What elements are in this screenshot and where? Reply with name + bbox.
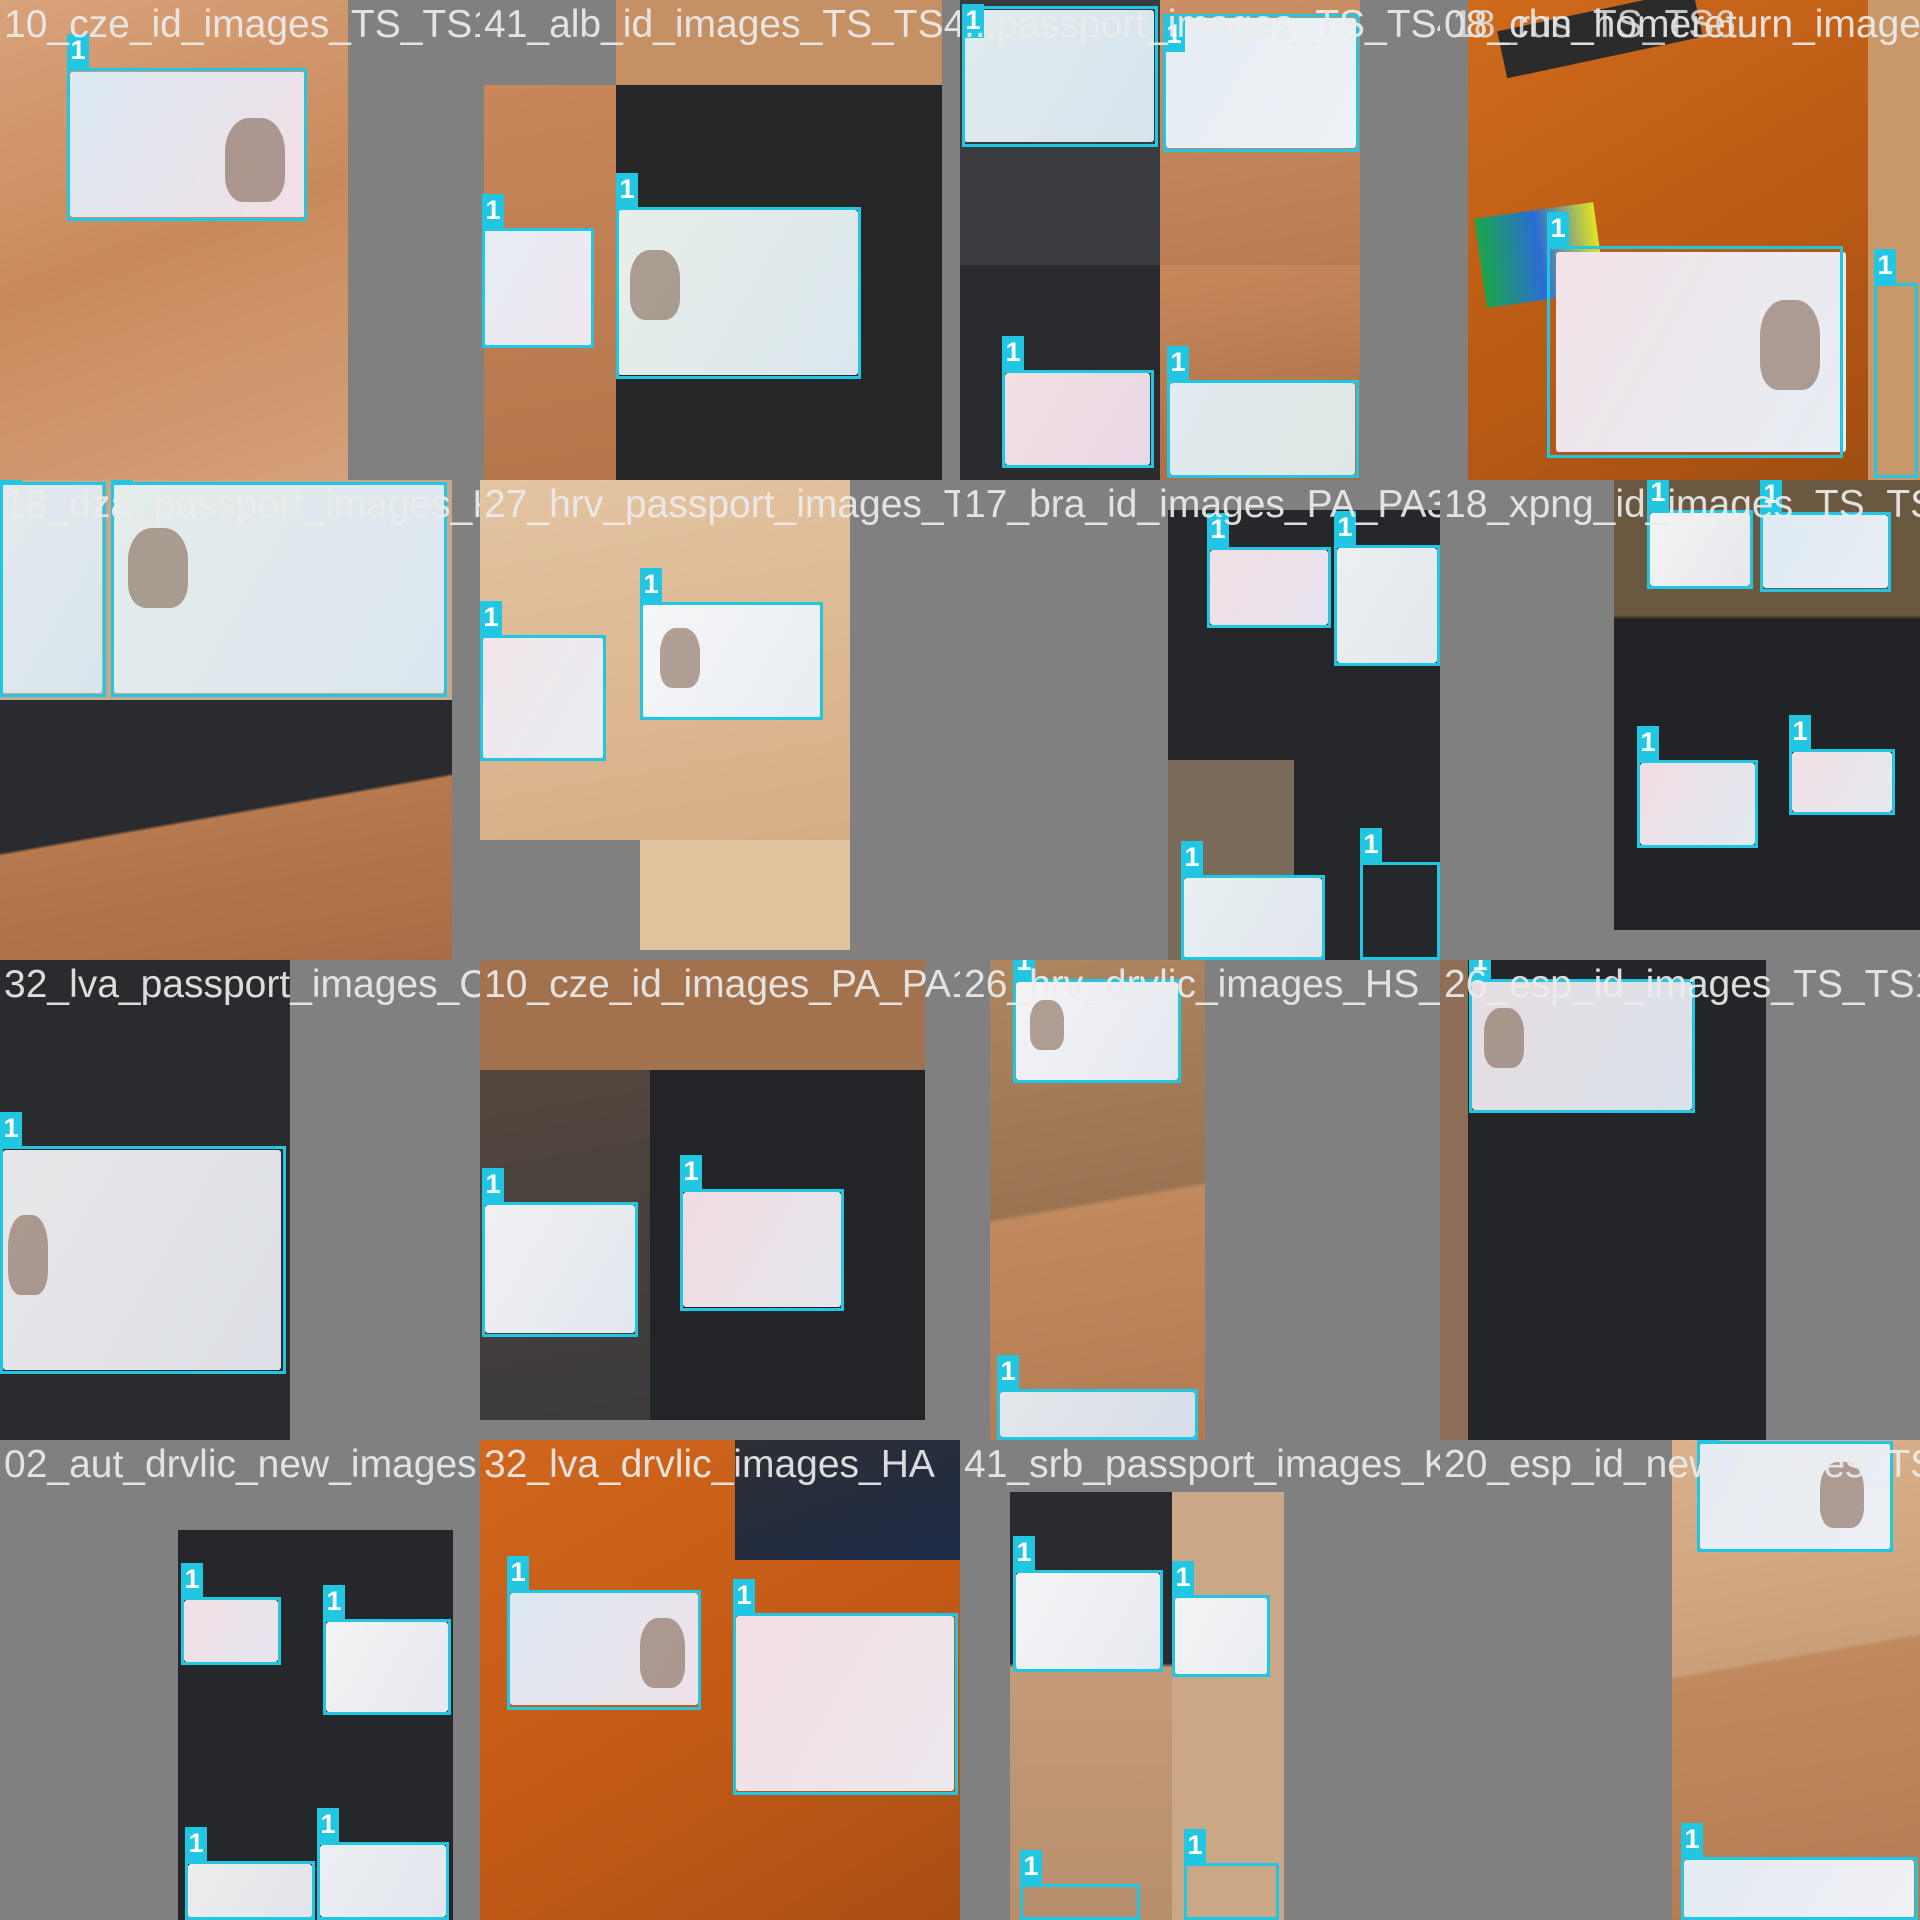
detection-box [507, 1590, 701, 1710]
detection-box [680, 1189, 844, 1311]
tile-filename: 20_esp_id_new_images_TS [1444, 1443, 1920, 1486]
class-badge: 1 [1547, 212, 1569, 246]
detection-box [1002, 370, 1154, 468]
class-badge: 1 [616, 173, 638, 207]
detection-box [480, 635, 606, 761]
detection-mosaic: 1 10_cze_id_images_TS_TS14418.png 1 1 41… [0, 0, 1920, 1920]
photo-region [1440, 960, 1468, 1440]
tile-filename: 41_srb_passport_images_K [964, 1443, 1440, 1486]
class-badge: 1 [1181, 841, 1203, 875]
class-badge: 1 [1002, 336, 1024, 370]
class-badge: 1 [1360, 828, 1382, 862]
mosaic-tile: 1 1 1 1 02_aut_drvlic_new_images [0, 1440, 480, 1920]
mosaic-tile: 1 1 1 1 18_xpng_id_images_TS_TS5 [1440, 480, 1920, 960]
class-badge: 1 [1681, 1823, 1703, 1857]
class-badge: 1 [317, 1808, 339, 1842]
detection-box [1547, 246, 1843, 458]
tile-filename: 32_lva_passport_images_CA [4, 963, 480, 1006]
mosaic-tile: 1 26_esp_id_images_TS_TS1 [1440, 960, 1920, 1440]
tile-filename: 10_cze_id_images_TS_TS14418.png [4, 3, 480, 46]
tile-filename: 41_alb_id_images_TS_TS44... [484, 3, 960, 46]
detection-box [997, 1389, 1198, 1440]
mosaic-tile: 1 32_lva_passport_images_CA [0, 960, 480, 1440]
mosaic-tile: 1 1 1 1 41_srb_passport_images_K [960, 1440, 1440, 1920]
tile-filename: 26_hrv_drvlic_images_HS_HS26... [964, 963, 1440, 1006]
mosaic-tile: 1 1 32_lva_drvlic_images_HA [480, 1440, 960, 1920]
class-badge: 1 [997, 1355, 1019, 1389]
tile-filename: 18_xpng_id_images_TS_TS5 [1444, 483, 1920, 526]
detection-box [1874, 283, 1918, 478]
class-badge: 1 [181, 1563, 203, 1597]
class-badge: 1 [1789, 715, 1811, 749]
detection-box [1789, 749, 1895, 815]
tile-filename: 10_cze_id_images_PA_PA120... [484, 963, 960, 1006]
mosaic-tile: 1 1 41_alb_id_images_TS_TS44... [480, 0, 960, 480]
detection-box [1172, 1595, 1270, 1677]
mosaic-tile: 1 1 27_hrv_passport_images_TA [480, 480, 960, 960]
detection-box [482, 228, 594, 348]
class-badge: 1 [1637, 726, 1659, 760]
mosaic-tile: 1 1 20_esp_id_new_images_TS [1440, 1440, 1920, 1920]
tile-filename-overlap: 18_rus_TS_TS6... [1452, 3, 1769, 46]
detection-box [0, 1146, 286, 1374]
detection-box [616, 207, 861, 379]
class-badge: 1 [1172, 1561, 1194, 1595]
class-badge: 1 [185, 1827, 207, 1861]
class-badge: 1 [507, 1556, 529, 1590]
class-badge: 1 [640, 568, 662, 602]
tile-filename: 26_esp_id_images_TS_TS1 [1444, 963, 1920, 1006]
detection-box [1637, 760, 1758, 848]
class-badge: 1 [1020, 1850, 1042, 1884]
class-badge: 1 [480, 601, 502, 635]
detection-box [181, 1597, 281, 1665]
mosaic-tile: 1 1 18_dza_passport_images_K [0, 480, 480, 960]
detection-box [323, 1619, 451, 1715]
detection-box [1181, 875, 1325, 960]
keyboard-region [0, 700, 452, 960]
detection-box [1167, 380, 1359, 478]
detection-box [185, 1861, 315, 1920]
tile-filename: 32_lva_drvlic_images_HA [484, 1443, 935, 1486]
class-badge: 1 [1697, 1440, 1719, 1441]
class-badge: 1 [1874, 249, 1896, 283]
detection-box [1334, 545, 1440, 666]
detection-box [317, 1842, 449, 1920]
class-badge: 1 [482, 194, 504, 228]
mosaic-tile: 1 1 26_hrv_drvlic_images_HS_HS26... [960, 960, 1440, 1440]
mosaic-tile: 1 10_cze_id_images_TS_TS14418.png [0, 0, 480, 480]
tile-filename: 17_bra_id_images_PA_PA375 [964, 483, 1440, 526]
tile-filename: 02_aut_drvlic_new_images [4, 1443, 477, 1486]
class-badge: 1 [733, 1579, 755, 1613]
class-badge: 1 [680, 1155, 702, 1189]
class-badge: 1 [482, 1168, 504, 1202]
detection-box [1207, 547, 1331, 628]
class-badge: 1 [323, 1585, 345, 1619]
tile-filename: ...passport_images_TS_TS46... [964, 3, 1440, 46]
tile-filename: 18_dza_passport_images_K [4, 483, 480, 526]
class-badge: 1 [1013, 1536, 1035, 1570]
mosaic-tile: 1 1 10_cze_id_images_PA_PA120... [480, 960, 960, 1440]
detection-box [1013, 1570, 1163, 1672]
detection-box [1360, 862, 1440, 960]
detection-box [733, 1613, 958, 1795]
detection-box [67, 68, 307, 221]
detection-box [1681, 1857, 1918, 1920]
mosaic-tile: 1 1 1 1 ...passport_images_TS_TS46... [960, 0, 1440, 480]
detection-box [1020, 1884, 1140, 1920]
detection-box [482, 1202, 638, 1337]
tile-filename: 27_hrv_passport_images_TA [484, 483, 960, 526]
mosaic-tile: 1 1 08_chn_homereturn_images 18_rus_TS_T… [1440, 0, 1920, 480]
photo-region [640, 840, 850, 950]
detection-box [1184, 1863, 1279, 1920]
class-badge: 1 [0, 1112, 22, 1146]
mosaic-tile: 1 1 1 1 17_bra_id_images_PA_PA375 [960, 480, 1440, 960]
class-badge: 1 [1167, 346, 1189, 380]
detection-box [640, 602, 823, 720]
class-badge: 1 [1184, 1829, 1206, 1863]
